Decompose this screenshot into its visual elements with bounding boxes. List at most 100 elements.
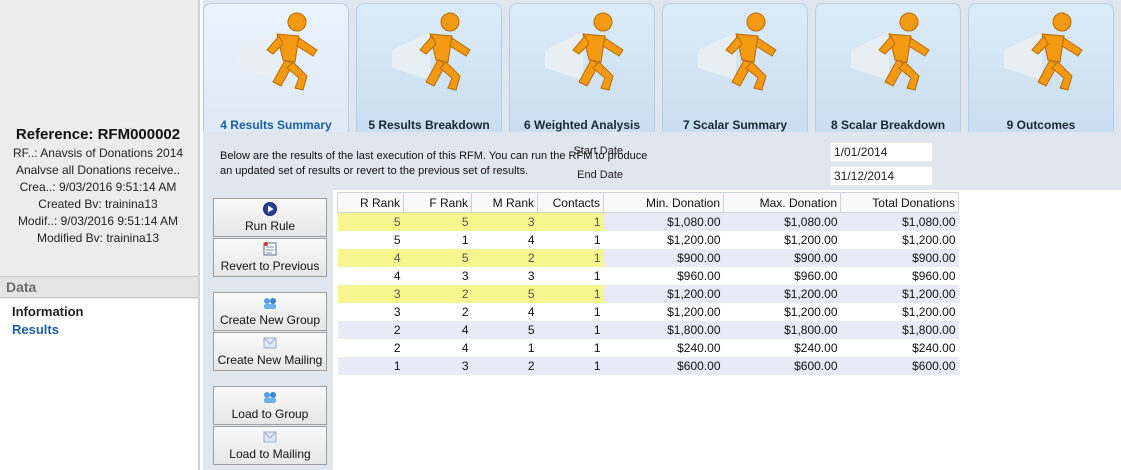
table-cell: 5 [403,212,472,231]
end-date-field[interactable]: 31/12/2014 [830,166,933,186]
table-row[interactable]: 2 4 1 1 $240.00 $240.00 $240.00 [337,338,959,357]
group-icon [264,298,276,309]
run-rule-button[interactable]: Run Rule [213,198,327,237]
start-date-field[interactable]: 1/01/2014 [830,142,933,162]
table-cell: 3 [337,284,404,303]
table-cell: $1,200.00 [840,284,959,303]
table-cell: 1 [537,320,604,339]
table-row[interactable]: 5 5 3 1 $1,080.00 $1,080.00 $1,080.00 [337,212,959,231]
table-cell: 4 [471,230,538,249]
table-cell: 4 [403,320,472,339]
info-band: Below are the results of the last execut… [203,132,1121,190]
runner-icon [698,12,777,91]
col-total-donations[interactable]: Total Donations [840,192,959,213]
table-row[interactable]: 3 2 5 1 $1,200.00 $1,200.00 $1,200.00 [337,284,959,303]
results-table: R Rank F Rank M Rank Contacts Min. Donat… [337,192,959,375]
col-min-donation[interactable]: Min. Donation [603,192,724,213]
table-cell: $600.00 [723,356,841,375]
table-cell: $1,200.00 [603,302,724,321]
results-table-container: R Rank F Rank M Rank Contacts Min. Donat… [337,192,959,375]
run-rule-label: Run Rule [244,219,296,233]
table-cell: 1 [403,230,472,249]
table-body: 5 5 3 1 $1,080.00 $1,080.00 $1,080.00 5 1 4 1 $1,20… [337,212,959,375]
revert-icon [263,242,277,256]
play-icon [263,202,277,216]
table-cell: 2 [471,248,538,267]
data-item-results[interactable]: Results [12,321,186,339]
table-cell: $1,080.00 [840,212,959,231]
table-cell: 2 [471,356,538,375]
load-group-label: Load to Group [231,407,309,421]
table-cell: $960.00 [723,266,841,285]
table-cell: 3 [471,212,538,231]
tab-label: 7 Scalar Summary [682,118,788,132]
table-cell: $600.00 [603,356,724,375]
revert-button[interactable]: Revert to Previous [213,238,327,277]
runner-icon [545,12,624,91]
table-row[interactable]: 3 2 4 1 $1,200.00 $1,200.00 $1,200.00 [337,302,959,321]
table-cell: 4 [337,248,404,267]
mailing-icon [263,337,277,349]
table-row[interactable]: 5 1 4 1 $1,200.00 $1,200.00 $1,200.00 [337,230,959,249]
table-cell: $1,800.00 [603,320,724,339]
table-cell: 1 [471,338,538,357]
table-cell: $960.00 [603,266,724,285]
end-date-label: End Date [577,169,623,181]
table-cell: 5 [337,212,404,231]
table-cell: 3 [403,266,472,285]
table-row[interactable]: 4 3 3 1 $960.00 $960.00 $960.00 [337,266,959,285]
table-cell: $900.00 [840,248,959,267]
tab-4[interactable]: 4 Results Summary [203,3,349,132]
table-row[interactable]: 4 5 2 1 $900.00 $900.00 $900.00 [337,248,959,267]
load-group-button[interactable]: Load to Group [213,386,327,425]
table-cell: $1,800.00 [840,320,959,339]
start-date-label: Start Date [573,145,623,157]
table-cell: $1,200.00 [723,302,841,321]
tab-label: 5 Results Breakdown [368,118,490,132]
table-cell: 3 [471,266,538,285]
runner-icon [239,12,318,91]
tab-5[interactable]: 5 Results Breakdown [356,3,502,132]
col-max-donation[interactable]: Max. Donation [723,192,841,213]
table-cell: $1,200.00 [840,302,959,321]
tab-label: 4 Results Summary [220,118,332,132]
create-group-button[interactable]: Create New Group [213,292,327,331]
table-cell: 5 [471,284,538,303]
table-row[interactable]: 1 3 2 1 $600.00 $600.00 $600.00 [337,356,959,375]
runner-icon [1004,12,1083,91]
table-cell: 1 [537,302,604,321]
table-header-row: R Rank F Rank M Rank Contacts Min. Donat… [337,192,959,213]
rfm-description: Analvse all Donations receive.. [15,163,181,177]
tab-8[interactable]: 8 Scalar Breakdown [815,3,961,132]
table-cell: 4 [471,302,538,321]
load-mailing-button[interactable]: Load to Mailing [213,426,327,465]
table-cell: $1,200.00 [603,284,724,303]
load-mailing-label: Load to Mailing [229,447,311,461]
col-contacts[interactable]: Contacts [537,192,604,213]
table-cell: 1 [537,356,604,375]
table-cell: $240.00 [840,338,959,357]
tab-label: 8 Scalar Breakdown [830,118,946,132]
table-row[interactable]: 2 4 5 1 $1,800.00 $1,800.00 $1,800.00 [337,320,959,339]
table-cell: 2 [337,338,404,357]
data-item-information[interactable]: Information [12,303,186,321]
col-f-rank[interactable]: F Rank [403,192,472,213]
table-cell: $960.00 [840,266,959,285]
table-cell: 1 [537,266,604,285]
tab-6[interactable]: 6 Weighted Analysis [509,3,655,132]
created-date: Crea..: 9/03/2016 9:51:14 AM [19,180,177,194]
table-cell: 1 [537,212,604,231]
tab-7[interactable]: 7 Scalar Summary [662,3,808,132]
table-cell: 1 [537,248,604,267]
reference-title: Reference: RFM000002 [15,126,181,143]
revert-label: Revert to Previous [220,259,320,273]
create-mailing-button[interactable]: Create New Mailing [213,332,327,371]
mailing-icon [263,431,277,443]
col-r-rank[interactable]: R Rank [337,192,404,213]
table-cell: $240.00 [723,338,841,357]
tab-9[interactable]: 9 Outcomes [968,3,1114,132]
table-cell: $900.00 [723,248,841,267]
table-cell: $1,200.00 [723,284,841,303]
col-m-rank[interactable]: M Rank [471,192,538,213]
table-cell: 3 [403,356,472,375]
